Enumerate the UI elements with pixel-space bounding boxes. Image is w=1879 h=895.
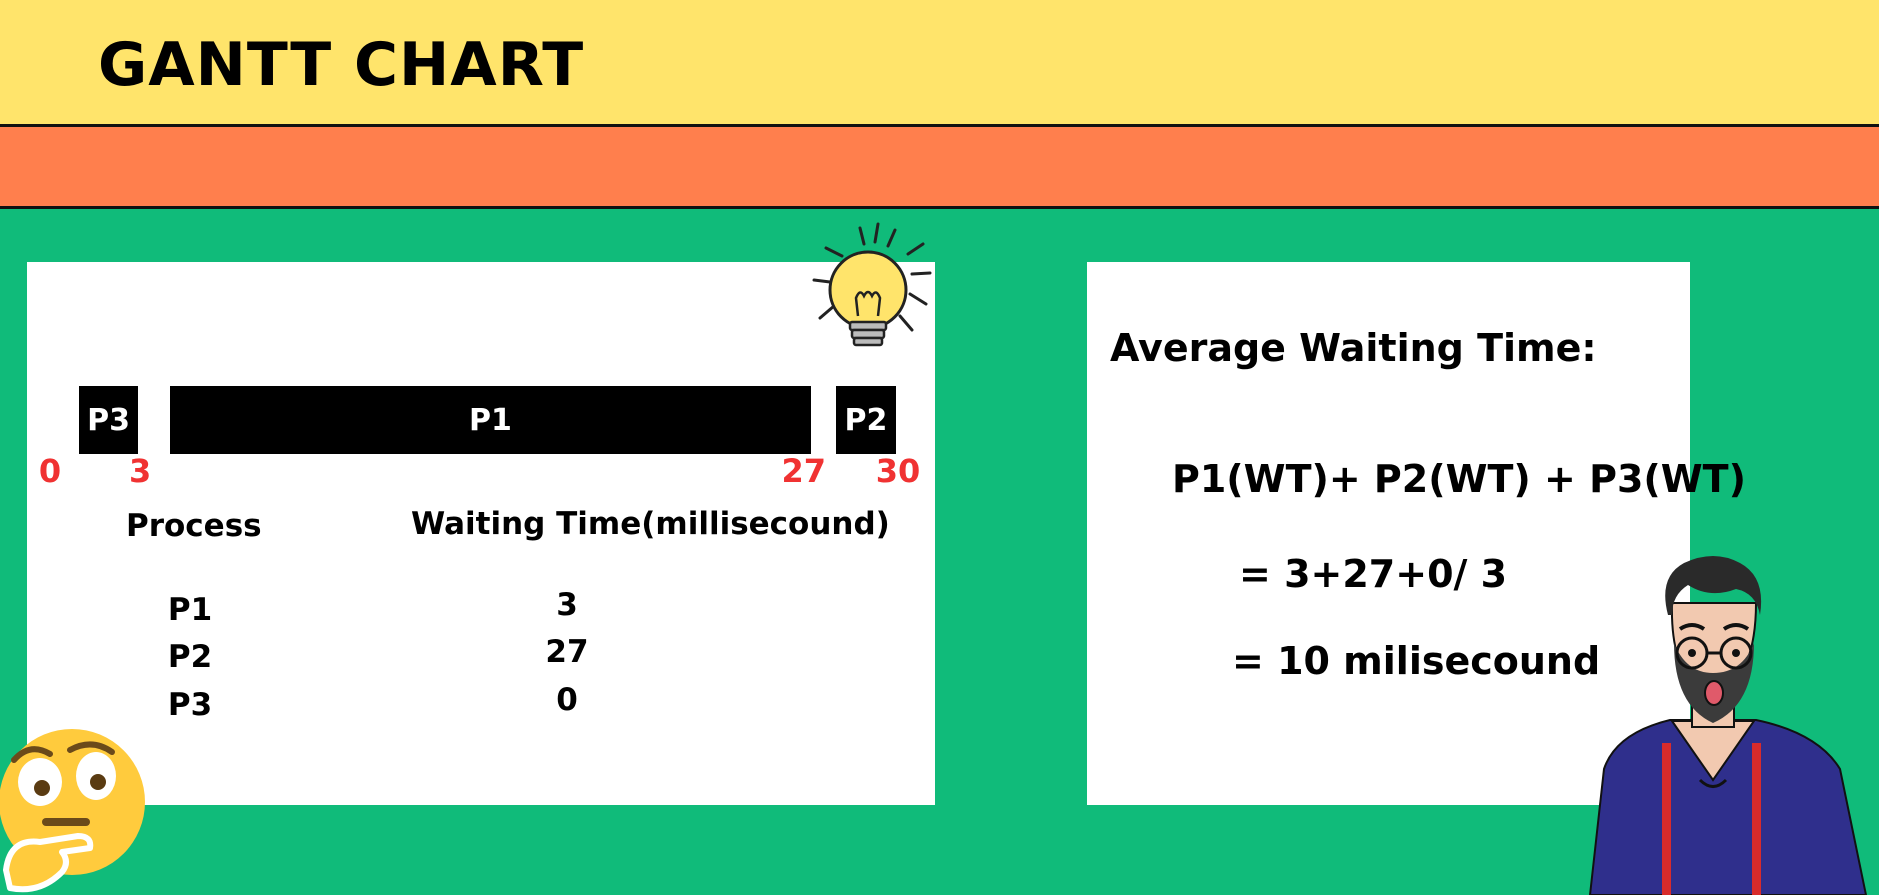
surprised-man-illustration xyxy=(1588,556,1868,895)
gantt-bar-p2: P2 xyxy=(835,386,896,454)
calculation-result: = 10 milisecound xyxy=(1232,639,1601,683)
table-row-waiting-time: 0 xyxy=(556,682,578,718)
table-row-waiting-time: 27 xyxy=(545,634,589,670)
lightbulb-icon xyxy=(812,222,932,347)
calculation-formula: P1(WT)+ P2(WT) + P3(WT) xyxy=(1172,457,1746,501)
table-row-process: P2 xyxy=(167,639,213,675)
gantt-tick-label: 27 xyxy=(781,452,827,490)
table-row-process: P1 xyxy=(167,592,213,628)
calculation-heading: Average Waiting Time: xyxy=(1110,326,1597,370)
calculation-step: = 3+27+0/ 3 xyxy=(1239,552,1508,596)
gantt-tick-label: 0 xyxy=(38,452,62,490)
page-title: GANTT CHART xyxy=(98,30,585,100)
column-header-process: Process xyxy=(126,508,262,544)
gantt-bar-p1: P1 xyxy=(170,386,811,454)
table-row-waiting-time: 3 xyxy=(556,587,578,623)
thinking-face-icon xyxy=(0,729,145,893)
gantt-tick-label: 3 xyxy=(129,452,152,490)
accent-band xyxy=(0,127,1879,209)
gantt-tick-label: 30 xyxy=(875,452,921,490)
column-header-waiting-time: Waiting Time(millisecound) xyxy=(411,506,890,542)
gantt-bar-p3: P3 xyxy=(79,386,139,454)
table-row-process: P3 xyxy=(167,687,213,723)
